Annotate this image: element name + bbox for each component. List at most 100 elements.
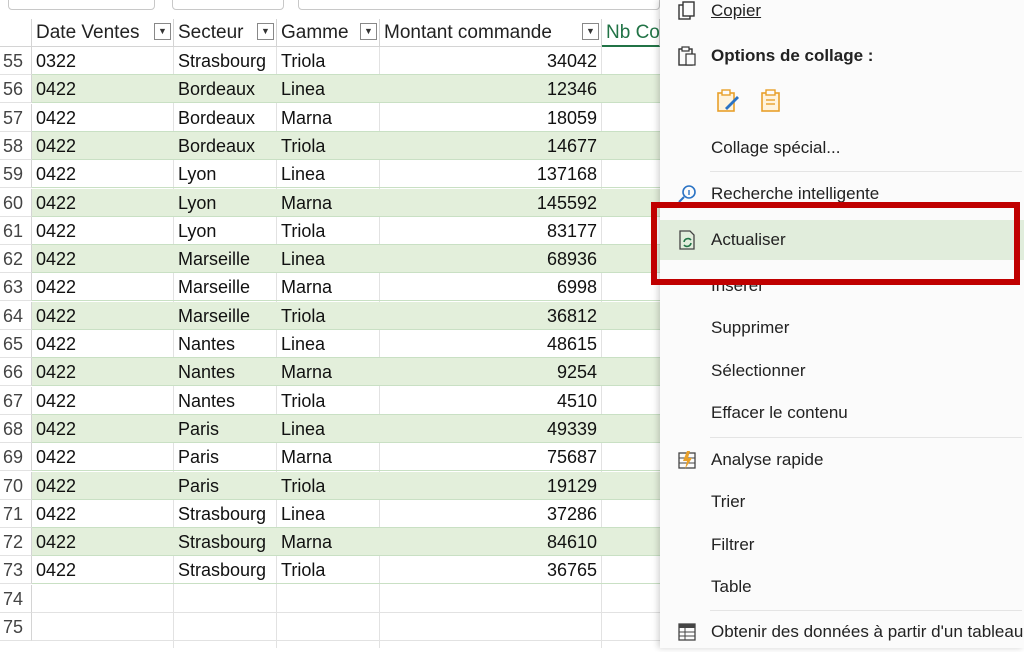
cell-gamme[interactable]: Triola <box>281 217 381 245</box>
cell-date[interactable]: 0422 <box>36 500 173 528</box>
cell-secteur[interactable]: Marseille <box>178 273 278 301</box>
filter-dropdown-icon[interactable]: ▼ <box>154 23 171 40</box>
cell-date[interactable]: 0422 <box>36 472 173 500</box>
cell-gamme[interactable]: Triola <box>281 47 381 75</box>
row-number[interactable]: 63 <box>0 273 32 301</box>
cell-date[interactable]: 0422 <box>36 358 173 386</box>
table-row[interactable]: 0422 Lyon Marna 145592 <box>32 189 660 217</box>
cell-secteur[interactable]: Nantes <box>178 358 278 386</box>
cell-secteur[interactable]: Bordeaux <box>178 104 278 132</box>
cell-secteur[interactable]: Paris <box>178 415 278 443</box>
cell-gamme[interactable]: Linea <box>281 330 381 358</box>
cell-date[interactable]: 0422 <box>36 75 173 103</box>
cell-montant[interactable]: 48615 <box>384 330 597 358</box>
filter-dropdown-icon[interactable]: ▼ <box>257 23 274 40</box>
cell-gamme[interactable]: Marna <box>281 273 381 301</box>
row-number[interactable]: 69 <box>0 443 32 471</box>
function-buttons[interactable] <box>172 0 284 10</box>
table-row[interactable]: 0422 Strasbourg Marna 84610 <box>32 528 660 556</box>
formula-input[interactable] <box>298 0 660 10</box>
table-row[interactable] <box>32 613 660 641</box>
cell-gamme[interactable]: Triola <box>281 387 381 415</box>
table-row[interactable]: 0422 Bordeaux Triola 14677 <box>32 132 660 160</box>
cell-montant[interactable]: 37286 <box>384 500 597 528</box>
name-box[interactable] <box>8 0 155 10</box>
row-number[interactable]: 58 <box>0 132 32 160</box>
cell-secteur[interactable]: Bordeaux <box>178 132 278 160</box>
row-number[interactable]: 71 <box>0 500 32 528</box>
cell-gamme[interactable]: Linea <box>281 245 381 273</box>
menu-item-delete[interactable]: Supprimer <box>660 308 1024 348</box>
cell-gamme[interactable]: Marna <box>281 104 381 132</box>
table-row[interactable]: 0422 Bordeaux Linea 12346 <box>32 75 660 103</box>
table-row[interactable]: 0422 Lyon Linea 137168 <box>32 160 660 188</box>
cell-date[interactable]: 0422 <box>36 189 173 217</box>
cell-date[interactable]: 0422 <box>36 104 173 132</box>
table-row[interactable]: 0422 Paris Linea 49339 <box>32 415 660 443</box>
cell-montant[interactable]: 6998 <box>384 273 597 301</box>
menu-item-filter[interactable]: Filtrer <box>660 525 1024 565</box>
cell-gamme[interactable]: Linea <box>281 500 381 528</box>
cell-montant[interactable]: 137168 <box>384 160 597 188</box>
table-row[interactable]: 0422 Marseille Triola 36812 <box>32 302 660 330</box>
cell-secteur[interactable]: Lyon <box>178 189 278 217</box>
cell-secteur[interactable]: Paris <box>178 472 278 500</box>
cell-date[interactable]: 0422 <box>36 302 173 330</box>
cell-gamme[interactable]: Triola <box>281 132 381 160</box>
filter-dropdown-icon[interactable]: ▼ <box>360 23 377 40</box>
menu-item-select[interactable]: Sélectionner <box>660 351 1024 391</box>
row-number[interactable]: 57 <box>0 104 32 132</box>
menu-item-copy[interactable]: Copier <box>660 0 1024 31</box>
cell-montant[interactable]: 75687 <box>384 443 597 471</box>
cell-gamme[interactable]: Triola <box>281 472 381 500</box>
row-number[interactable]: 68 <box>0 415 32 443</box>
cell-gamme[interactable]: Linea <box>281 160 381 188</box>
menu-item-insert[interactable]: Insérer <box>660 266 1024 306</box>
cell-gamme[interactable]: Triola <box>281 556 381 584</box>
table-row[interactable]: 0422 Paris Marna 75687 <box>32 443 660 471</box>
cell-date[interactable]: 0422 <box>36 387 173 415</box>
menu-item-table[interactable]: Table <box>660 567 1024 607</box>
cell-date[interactable]: 0422 <box>36 273 173 301</box>
cell-date[interactable]: 0322 <box>36 47 173 75</box>
table-row[interactable]: 0422 Strasbourg Triola 36765 <box>32 556 660 584</box>
cell-gamme[interactable]: Marna <box>281 358 381 386</box>
row-number[interactable]: 59 <box>0 160 32 188</box>
cell-date[interactable]: 0422 <box>36 528 173 556</box>
cell-gamme[interactable]: Triola <box>281 302 381 330</box>
menu-item-sort[interactable]: Trier <box>660 482 1024 522</box>
menu-item-get-data[interactable]: Obtenir des données à partir d'un tablea… <box>660 612 1024 652</box>
cell-montant[interactable]: 18059 <box>384 104 597 132</box>
row-number[interactable]: 60 <box>0 189 32 217</box>
cell-secteur[interactable]: Nantes <box>178 387 278 415</box>
cell-secteur[interactable]: Marseille <box>178 302 278 330</box>
cell-gamme[interactable]: Marna <box>281 443 381 471</box>
column-header-montant[interactable]: Montant commande ▼ <box>380 19 602 47</box>
cell-montant[interactable]: 36812 <box>384 302 597 330</box>
row-number[interactable]: 74 <box>0 585 32 613</box>
cell-date[interactable]: 0422 <box>36 330 173 358</box>
table-row[interactable]: 0422 Strasbourg Linea 37286 <box>32 500 660 528</box>
paste-values-icon[interactable] <box>758 88 784 114</box>
table-row[interactable]: 0422 Marseille Marna 6998 <box>32 273 660 301</box>
paste-keep-formatting-icon[interactable] <box>715 88 741 114</box>
row-number[interactable]: 56 <box>0 75 32 103</box>
cell-montant[interactable]: 83177 <box>384 217 597 245</box>
cell-date[interactable]: 0422 <box>36 556 173 584</box>
filter-dropdown-icon[interactable]: ▼ <box>582 23 599 40</box>
table-row[interactable]: 0422 Lyon Triola 83177 <box>32 217 660 245</box>
row-number[interactable]: 67 <box>0 387 32 415</box>
cell-gamme[interactable]: Marna <box>281 528 381 556</box>
cell-date[interactable]: 0422 <box>36 217 173 245</box>
table-row[interactable]: 0422 Paris Triola 19129 <box>32 472 660 500</box>
cell-montant[interactable]: 49339 <box>384 415 597 443</box>
cell-secteur[interactable]: Strasbourg <box>178 47 278 75</box>
cell-date[interactable]: 0422 <box>36 245 173 273</box>
menu-item-smart-lookup[interactable]: Recherche intelligente <box>660 174 1024 214</box>
table-row[interactable]: 0322 Strasbourg Triola 34042 <box>32 47 660 75</box>
cell-montant[interactable]: 34042 <box>384 47 597 75</box>
cell-date[interactable]: 0422 <box>36 415 173 443</box>
cell-montant[interactable]: 19129 <box>384 472 597 500</box>
cell-montant[interactable]: 68936 <box>384 245 597 273</box>
cell-secteur[interactable]: Strasbourg <box>178 500 278 528</box>
